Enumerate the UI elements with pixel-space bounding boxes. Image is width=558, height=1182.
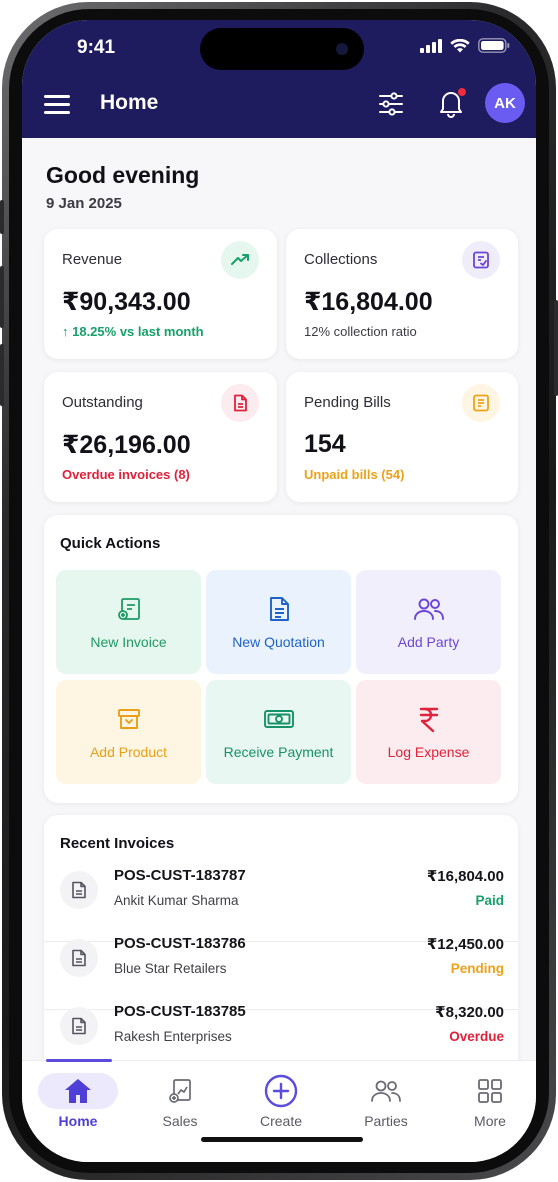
collections-card[interactable]: Collections ₹16,804.00 12% collection ra… <box>286 229 518 359</box>
users-icon <box>413 594 445 624</box>
quick-action-label: New Invoice <box>90 634 167 650</box>
stat-label: Pending Bills <box>304 394 391 411</box>
stat-subtext: Unpaid bills (54) <box>304 467 405 482</box>
rupee-icon <box>417 704 441 734</box>
home-icon <box>38 1073 118 1109</box>
invoice-row[interactable]: POS-CUST-183787 Ankit Kumar Sharma ₹16,8… <box>44 861 518 929</box>
signal-icon <box>420 38 442 53</box>
quick-action-label: Log Expense <box>387 744 470 760</box>
current-date: 9 Jan 2025 <box>46 195 122 212</box>
stat-value: ₹90,343.00 <box>62 288 191 316</box>
quick-action-label: Add Product <box>89 744 168 760</box>
quick-action-label: Add Party <box>397 634 460 650</box>
quotation-icon <box>266 594 292 624</box>
stat-value: 154 <box>304 430 346 458</box>
nav-label: Home <box>58 1113 98 1129</box>
cash-icon <box>263 704 295 734</box>
filter-icon[interactable] <box>377 90 405 118</box>
quick-action-label: Receive Payment <box>223 744 334 760</box>
nav-create[interactable]: Create <box>241 1073 321 1129</box>
quick-actions-panel: Quick Actions New Invoice New Quotation … <box>44 515 518 803</box>
recent-invoices-title: Recent Invoices <box>60 835 175 852</box>
stat-value: ₹16,804.00 <box>304 288 433 316</box>
stat-label: Revenue <box>62 251 123 268</box>
quick-actions-title: Quick Actions <box>60 535 161 552</box>
bill-icon <box>462 384 500 422</box>
dynamic-island <box>200 28 364 70</box>
status-icons <box>420 38 510 53</box>
nav-more[interactable]: More <box>450 1073 530 1129</box>
document-icon <box>60 871 98 909</box>
outstanding-card[interactable]: Outstanding ₹26,196.00 Overdue invoices … <box>44 372 277 502</box>
nav-parties[interactable]: Parties <box>346 1073 426 1129</box>
stat-subtext: Overdue invoices (8) <box>62 467 190 482</box>
nav-label: More <box>474 1113 506 1129</box>
app-header: 9:41 Home AK <box>22 20 536 138</box>
avatar[interactable]: AK <box>485 83 525 123</box>
status-time: 9:41 <box>77 37 116 58</box>
document-icon <box>60 939 98 977</box>
invoice-amount: ₹12,450.00 <box>426 936 504 953</box>
status-badge: Pending <box>450 961 504 976</box>
nav-home[interactable]: Home <box>38 1073 118 1129</box>
recent-invoices-panel: Recent Invoices POS-CUST-183787 Ankit Ku… <box>44 815 518 1095</box>
wifi-icon <box>450 38 470 52</box>
status-badge: Paid <box>475 893 504 908</box>
invoice-amount: ₹8,320.00 <box>435 1004 504 1021</box>
box-icon <box>115 704 143 734</box>
log-expense-button[interactable]: Log Expense <box>356 680 501 784</box>
invoice-number: POS-CUST-183786 <box>114 935 246 952</box>
document-icon <box>221 384 259 422</box>
plus-circle-icon <box>241 1073 321 1109</box>
invoice-icon <box>115 594 143 624</box>
stat-subtext: ↑ 18.25% vs last month <box>62 324 204 339</box>
invoice-row[interactable]: POS-CUST-183786 Blue Star Retailers ₹12,… <box>44 929 518 997</box>
stat-subtext: 12% collection ratio <box>304 324 417 339</box>
receipt-icon <box>462 241 500 279</box>
invoice-row[interactable]: POS-CUST-183785 Rakesh Enterprises ₹8,32… <box>44 997 518 1065</box>
home-indicator <box>201 1137 363 1142</box>
stat-label: Outstanding <box>62 394 143 411</box>
trending-up-icon <box>221 241 259 279</box>
nav-sales[interactable]: Sales <box>140 1073 220 1129</box>
nav-label: Create <box>259 1113 303 1129</box>
invoice-number: POS-CUST-183785 <box>114 1003 246 1020</box>
status-badge: Overdue <box>449 1029 504 1044</box>
document-icon <box>60 1007 98 1045</box>
sales-icon <box>140 1073 220 1109</box>
party-name: Ankit Kumar Sharma <box>114 893 239 908</box>
nav-label: Sales <box>162 1113 198 1129</box>
greeting: Good evening <box>46 162 200 188</box>
party-name: Rakesh Enterprises <box>114 1029 232 1044</box>
stat-value: ₹26,196.00 <box>62 431 191 459</box>
receive-payment-button[interactable]: Receive Payment <box>206 680 351 784</box>
battery-icon <box>478 38 510 53</box>
quick-action-label: New Quotation <box>232 634 325 650</box>
screen: 9:41 Home AK Good evening 9 Jan 2025 Rev… <box>22 20 536 1162</box>
invoice-amount: ₹16,804.00 <box>426 868 504 885</box>
new-quotation-button[interactable]: New Quotation <box>206 570 351 674</box>
party-name: Blue Star Retailers <box>114 961 227 976</box>
invoice-number: POS-CUST-183787 <box>114 867 246 884</box>
pending-bills-card[interactable]: Pending Bills 154 Unpaid bills (54) <box>286 372 518 502</box>
add-party-button[interactable]: Add Party <box>356 570 501 674</box>
new-invoice-button[interactable]: New Invoice <box>56 570 201 674</box>
grid-icon <box>450 1073 530 1109</box>
bottom-nav: Home Sales Create Parties More <box>22 1059 536 1162</box>
menu-icon[interactable] <box>44 95 70 114</box>
revenue-card[interactable]: Revenue ₹90,343.00 ↑ 18.25% vs last mont… <box>44 229 277 359</box>
active-tab-indicator <box>46 1059 112 1062</box>
nav-label: Parties <box>364 1113 408 1129</box>
page-title: Home <box>100 91 159 114</box>
notification-dot <box>458 88 466 96</box>
add-product-button[interactable]: Add Product <box>56 680 201 784</box>
users-icon <box>346 1073 426 1109</box>
stat-label: Collections <box>304 251 378 268</box>
